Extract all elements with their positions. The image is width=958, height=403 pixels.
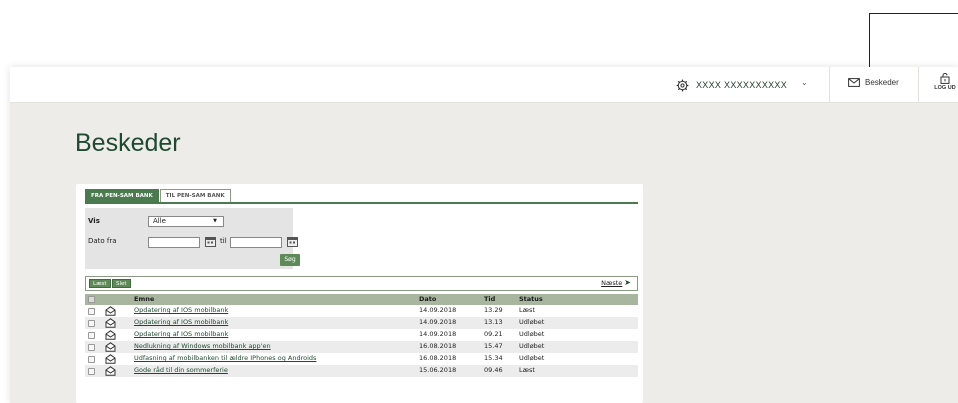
tab-underline [85,202,638,204]
message-date: 14.09.2018 [419,330,457,338]
message-time: 13.29 [484,306,503,314]
dropdown-arrow-icon: ▼ [213,218,217,224]
account-selector[interactable]: XXXX XXXXXXXXXX [676,77,787,93]
message-date: 14.09.2018 [419,306,457,314]
row-checkbox[interactable] [88,320,95,327]
message-subject-link[interactable]: Opdatering af IOS mobilbank [134,305,228,316]
tab-bar: FRA PEN-SAM BANK TIL PEN-SAM BANK [85,189,231,202]
message-subject-link[interactable]: Nedlukning af Windows mobilbank app'en [134,341,271,352]
header-status: Status [519,295,543,303]
table-row[interactable]: Udfasning af mobilbanken til ældre IPhon… [85,353,638,365]
row-checkbox[interactable] [88,344,95,351]
show-select[interactable]: Alle ▼ [148,216,224,227]
message-subject-link[interactable]: Opdatering af IOS mobilbank [134,317,228,328]
show-select-value: Alle [153,217,166,225]
calendar-icon[interactable] [287,236,298,247]
envelope-open-icon [105,318,116,328]
row-checkbox[interactable] [88,368,95,375]
logout-label: LOG UD [934,85,956,91]
header-date: Dato [419,295,437,303]
arrow-right-icon: ➤ [624,278,631,287]
message-time: 09.21 [484,330,503,338]
app-window: XXXX XXXXXXXXXX ⌄ Beskeder LOG UD Besked… [10,67,958,403]
message-date: 16.08.2018 [419,342,457,350]
search-button[interactable]: Søg [280,254,300,266]
callout-line-horizontal [870,13,958,14]
envelope-icon [848,78,860,87]
top-bar: XXXX XXXXXXXXXX ⌄ Beskeder LOG UD [10,67,958,103]
message-status: Udløbet [519,342,545,350]
next-page-link[interactable]: Næste ➤ [601,278,631,288]
message-status: Udløbet [519,318,545,326]
row-checkbox[interactable] [88,308,95,315]
message-subject-link[interactable]: Udfasning af mobilbanken til ældre IPhon… [134,353,316,364]
table-row[interactable]: Nedlukning af Windows mobilbank app'en 16… [85,341,638,353]
message-status: Læst [519,366,535,374]
account-name: XXXX XXXXXXXXXX [696,80,788,90]
table-row[interactable]: Opdatering af IOS mobilbank 14.09.2018 13.… [85,305,638,317]
messages-table: Emne Dato Tid Status Opdatering af IOS m… [85,294,638,377]
envelope-open-icon [105,354,116,364]
message-status: Læst [519,306,535,314]
message-date: 14.09.2018 [419,318,457,326]
action-bar: Læst Slet Næste ➤ [85,276,638,291]
filter-box: Vis Alle ▼ Dato fra til Søg [85,208,300,269]
page-title: Beskeder [75,129,181,157]
table-header: Emne Dato Tid Status [85,294,638,305]
messages-panel: FRA PEN-SAM BANK TIL PEN-SAM BANK Vis Al… [76,184,643,403]
callout-line-vertical [869,13,870,70]
tab-to-bank[interactable]: TIL PEN-SAM BANK [159,189,231,202]
date-from-label: Dato fra [88,237,117,245]
date-to-label: til [220,237,227,245]
message-status: Udløbet [519,354,545,362]
message-status: Udløbet [519,330,545,338]
gear-icon [676,79,689,91]
envelope-open-icon [105,330,116,340]
show-label: Vis [88,217,100,225]
envelope-open-icon [105,306,116,316]
message-subject-link[interactable]: Opdatering af IOS mobilbank [134,329,228,340]
row-checkbox[interactable] [88,356,95,363]
topbar-divider [829,67,830,103]
lock-icon [940,73,950,84]
mark-read-button[interactable]: Læst [89,279,111,288]
tab-from-bank[interactable]: FRA PEN-SAM BANK [85,189,159,202]
message-time: 15.34 [484,354,503,362]
logout-button[interactable]: LOG UD [932,73,958,91]
envelope-open-icon [105,342,116,352]
row-checkbox[interactable] [88,332,95,339]
envelope-open-icon [105,366,116,376]
messages-link[interactable]: Beskeder [848,78,899,87]
table-row[interactable]: Opdatering af IOS mobilbank 14.09.2018 13.… [85,317,638,329]
screenshot-stage: XXXX XXXXXXXXXX ⌄ Beskeder LOG UD Besked… [0,0,958,403]
table-row[interactable]: Gode råd til din sommerferie 15.06.2018 09… [85,365,638,377]
message-time: 15.47 [484,342,503,350]
calendar-icon[interactable] [205,236,216,247]
delete-button[interactable]: Slet [112,279,131,288]
message-time: 13.13 [484,318,503,326]
chevron-down-icon[interactable]: ⌄ [801,78,808,87]
message-time: 09.46 [484,366,503,374]
select-all-checkbox[interactable] [88,296,95,303]
message-subject-link[interactable]: Gode råd til din sommerferie [134,365,228,376]
date-from-input[interactable] [148,237,200,248]
message-date: 16.08.2018 [419,354,457,362]
messages-label: Beskeder [865,78,899,87]
header-subject: Emne [134,295,155,303]
header-time: Tid [484,295,496,303]
topbar-divider [918,67,919,103]
next-label: Næste [601,279,623,287]
table-row[interactable]: Opdatering af IOS mobilbank 14.09.2018 09.… [85,329,638,341]
message-date: 15.06.2018 [419,366,457,374]
date-to-input[interactable] [230,237,282,248]
